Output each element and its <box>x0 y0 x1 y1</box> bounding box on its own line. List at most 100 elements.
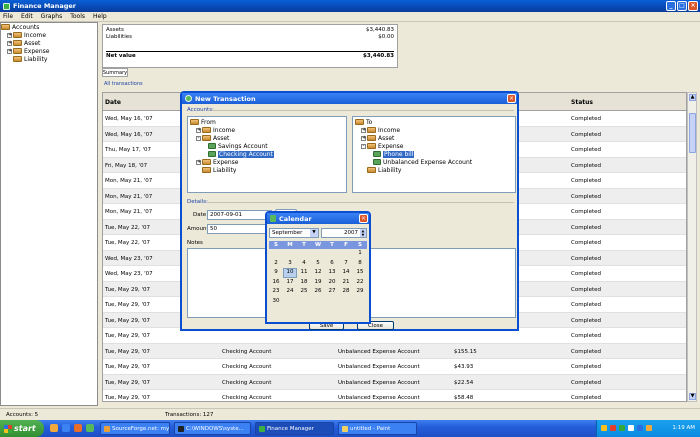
tray-icon[interactable] <box>619 425 625 431</box>
collapse-icon[interactable]: - <box>361 143 366 149</box>
to-tree-item[interactable]: To <box>355 118 513 126</box>
calendar-day[interactable]: 18 <box>297 278 311 288</box>
start-button[interactable]: start <box>0 420 44 437</box>
calendar-day[interactable]: 9 <box>269 268 283 278</box>
tray-icon[interactable] <box>637 425 643 431</box>
from-tree-item[interactable]: Liability <box>190 166 344 174</box>
expand-icon[interactable]: + <box>196 159 201 165</box>
tab-summary[interactable]: Summary <box>102 68 128 77</box>
taskbar-button[interactable]: C:\WINDOWS\syste... <box>174 422 251 435</box>
calendar-day[interactable]: 24 <box>283 287 297 297</box>
expand-icon[interactable]: + <box>361 135 366 141</box>
calendar-day[interactable]: 12 <box>311 268 325 278</box>
expand-icon[interactable]: + <box>196 127 201 133</box>
minimize-button[interactable]: _ <box>666 1 676 11</box>
window-titlebar[interactable]: Finance Manager _ □ × <box>0 0 700 12</box>
menu-graphs[interactable]: Graphs <box>41 13 63 20</box>
quicklaunch-icon[interactable] <box>62 424 70 432</box>
to-tree-item[interactable]: Unbalanced Expense Account <box>355 158 513 166</box>
calendar-day[interactable]: 3 <box>283 259 297 269</box>
spinner-arrows-icon[interactable]: ▲ ▼ <box>360 229 366 237</box>
expand-icon[interactable]: + <box>7 48 12 54</box>
from-tree-item[interactable]: From <box>190 118 344 126</box>
calendar-day[interactable]: 10 <box>283 268 297 278</box>
quicklaunch-icon[interactable] <box>86 424 94 432</box>
calendar-day[interactable]: 22 <box>353 278 367 288</box>
calendar-day[interactable]: 6 <box>325 259 339 269</box>
tree-item[interactable]: + Income <box>1 31 97 39</box>
calendar-day[interactable]: 26 <box>311 287 325 297</box>
menu-help[interactable]: Help <box>93 13 107 20</box>
calendar-day[interactable]: 20 <box>325 278 339 288</box>
taskbar-button[interactable]: Finance Manager <box>255 422 334 435</box>
table-row[interactable]: Tue, May 29, '07 Checking Account Unbalanc… <box>103 390 686 401</box>
close-button[interactable]: × <box>688 1 698 11</box>
table-row[interactable]: Tue, May 29, '07 Checking Account Unbalanc… <box>103 374 686 390</box>
tree-item[interactable]: + Asset <box>1 39 97 47</box>
expand-icon[interactable]: + <box>361 127 366 133</box>
tree-item[interactable]: + Expense <box>1 47 97 55</box>
tray-icon[interactable] <box>628 425 634 431</box>
calendar-day[interactable]: 8 <box>353 259 367 269</box>
collapse-icon[interactable]: - <box>196 135 201 141</box>
month-select[interactable]: September ▼ <box>269 228 319 238</box>
quicklaunch-icon[interactable] <box>74 424 82 432</box>
expand-icon[interactable]: + <box>7 32 12 38</box>
to-tree-item[interactable]: + Income <box>355 126 513 134</box>
tray-icon[interactable] <box>646 425 652 431</box>
from-tree-item[interactable]: Savings Account <box>190 142 344 150</box>
column-header-status[interactable]: Status <box>571 99 593 106</box>
tray-icon[interactable] <box>601 425 607 431</box>
calendar-day[interactable]: 2 <box>269 259 283 269</box>
menu-file[interactable]: File <box>3 13 13 20</box>
quicklaunch-icon[interactable] <box>50 424 58 432</box>
scroll-thumb[interactable] <box>689 113 696 153</box>
menu-edit[interactable]: Edit <box>21 13 33 20</box>
to-tree-item[interactable]: - Expense <box>355 142 513 150</box>
menu-tools[interactable]: Tools <box>70 13 85 20</box>
tray-icon[interactable] <box>610 425 616 431</box>
all-transactions-label[interactable]: All transactions <box>104 81 143 87</box>
from-tree-item[interactable]: Checking Account <box>190 150 344 158</box>
tree-item[interactable]: Accounts <box>1 23 97 31</box>
calendar-day[interactable]: 17 <box>283 278 297 288</box>
calendar-day[interactable]: 15 <box>353 268 367 278</box>
calendar-day[interactable]: 11 <box>297 268 311 278</box>
calendar-day[interactable]: 23 <box>269 287 283 297</box>
calendar-day[interactable]: 4 <box>297 259 311 269</box>
from-tree-item[interactable]: - Asset <box>190 134 344 142</box>
taskbar-button[interactable]: untitled - Paint <box>338 422 417 435</box>
taskbar-button[interactable]: SourceForge.net: my ... <box>100 422 170 435</box>
table-row[interactable]: Tue, May 29, '07 Checking Account Unbalanc… <box>103 343 686 359</box>
calendar-day[interactable]: 13 <box>325 268 339 278</box>
calendar-close-icon[interactable]: × <box>359 214 368 223</box>
calendar-day[interactable]: 19 <box>311 278 325 288</box>
year-spinner[interactable]: 2007 ▲ ▼ <box>321 228 367 238</box>
table-scrollbar[interactable]: ▲ ▼ <box>687 92 697 402</box>
from-tree-item[interactable]: + Expense <box>190 158 344 166</box>
dialog-titlebar[interactable]: New Transaction <box>182 93 517 104</box>
expand-icon[interactable]: + <box>7 40 12 46</box>
date-input[interactable]: 2007-09-01 <box>207 210 272 220</box>
calendar-day[interactable]: 16 <box>269 278 283 288</box>
to-tree-item[interactable]: Liability <box>355 166 513 174</box>
calendar-day[interactable]: 29 <box>353 287 367 297</box>
calendar-day[interactable]: 30 <box>269 297 283 307</box>
to-tree-item[interactable]: Phone bill <box>355 150 513 158</box>
chevron-down-icon[interactable]: ▼ <box>310 229 318 237</box>
scroll-down-arrow-icon[interactable]: ▼ <box>689 393 696 400</box>
calendar-day[interactable]: 1 <box>353 249 367 259</box>
table-row[interactable]: Tue, May 29, '07 Checking Account Unbalanc… <box>103 359 686 375</box>
calendar-day[interactable]: 27 <box>325 287 339 297</box>
tree-item[interactable]: Liability <box>1 55 97 63</box>
column-header-date[interactable]: Date <box>105 99 121 106</box>
calendar-day[interactable]: 5 <box>311 259 325 269</box>
calendar-day[interactable]: 25 <box>297 287 311 297</box>
calendar-day[interactable]: 21 <box>339 278 353 288</box>
calendar-day[interactable]: 14 <box>339 268 353 278</box>
calendar-day[interactable]: 7 <box>339 259 353 269</box>
calendar-titlebar[interactable]: Calendar <box>267 213 369 224</box>
scroll-up-arrow-icon[interactable]: ▲ <box>689 94 696 101</box>
dialog-close-icon[interactable]: × <box>507 94 516 103</box>
to-tree-item[interactable]: + Asset <box>355 134 513 142</box>
